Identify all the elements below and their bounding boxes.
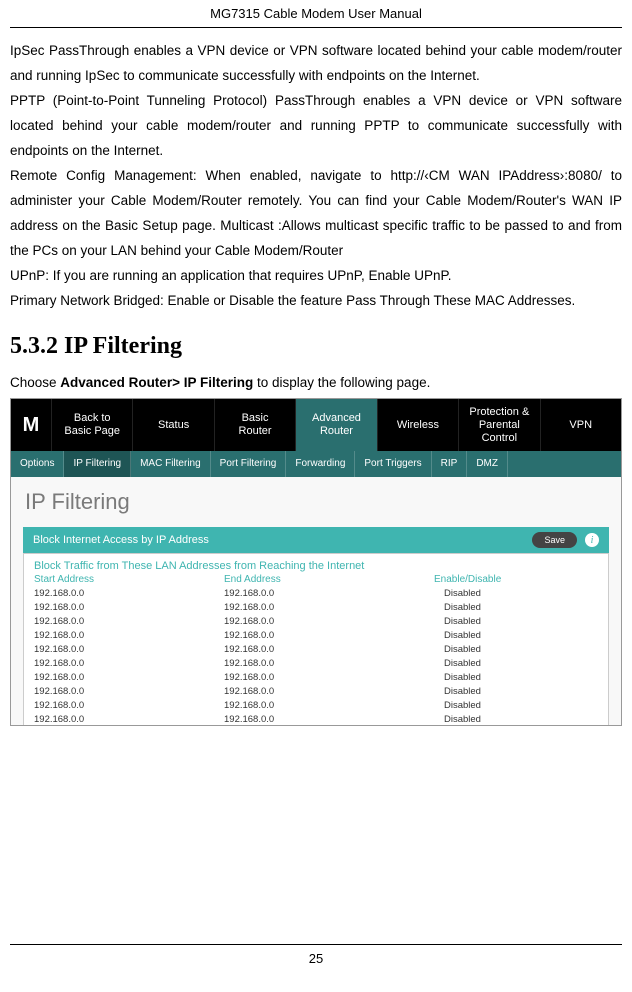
info-icon[interactable]: i bbox=[585, 533, 599, 547]
paragraph-pptp: PPTP (Point-to-Point Tunneling Protocol)… bbox=[10, 88, 622, 163]
paragraph-upnp: UPnP: If you are running an application … bbox=[10, 263, 622, 288]
cell-end: 192.168.0.0 bbox=[224, 713, 434, 726]
col-header-start: Start Address bbox=[34, 574, 224, 585]
top-nav: M Back to Basic Page Status Basic Router… bbox=[11, 399, 621, 451]
nav-label: Basic bbox=[217, 412, 293, 425]
nav-label: Basic Page bbox=[54, 425, 130, 438]
cell-end: 192.168.0.0 bbox=[224, 587, 434, 601]
table-row: 192.168.0.0192.168.0.0Disabled bbox=[34, 629, 598, 643]
subnav-rip[interactable]: RIP bbox=[432, 451, 468, 477]
nav-basic-router[interactable]: Basic Router bbox=[214, 399, 295, 451]
cell-end: 192.168.0.0 bbox=[224, 685, 434, 699]
table-body: 192.168.0.0192.168.0.0Disabled192.168.0.… bbox=[34, 587, 598, 726]
paragraph-bridged: Primary Network Bridged: Enable or Disab… bbox=[10, 288, 622, 313]
table-row: 192.168.0.0192.168.0.0Disabled bbox=[34, 657, 598, 671]
nav-label: Router bbox=[217, 425, 293, 438]
page-footer: 25 bbox=[10, 944, 622, 972]
panel-title: IP Filtering bbox=[11, 477, 621, 527]
nav-back-basic[interactable]: Back to Basic Page bbox=[51, 399, 132, 451]
nav-label: Back to bbox=[54, 412, 130, 425]
cell-end: 192.168.0.0 bbox=[224, 629, 434, 643]
cell-enable: Disabled bbox=[434, 685, 598, 699]
logo-icon: M bbox=[11, 399, 51, 451]
table-row: 192.168.0.0192.168.0.0Disabled bbox=[34, 713, 598, 726]
cell-end: 192.168.0.0 bbox=[224, 671, 434, 685]
nav-protection[interactable]: Protection & Parental Control bbox=[458, 399, 539, 451]
nav-label: Parental Control bbox=[461, 419, 537, 445]
block-subtitle: Block Traffic from These LAN Addresses f… bbox=[34, 560, 598, 572]
cell-enable: Disabled bbox=[434, 671, 598, 685]
cell-start: 192.168.0.0 bbox=[34, 685, 224, 699]
subnav-port-triggers[interactable]: Port Triggers bbox=[355, 451, 431, 477]
cell-end: 192.168.0.0 bbox=[224, 643, 434, 657]
nav-label: Protection & bbox=[461, 406, 537, 419]
table-row: 192.168.0.0192.168.0.0Disabled bbox=[34, 587, 598, 601]
nav-wireless[interactable]: Wireless bbox=[377, 399, 458, 451]
column-headers: Start Address End Address Enable/Disable bbox=[34, 574, 598, 585]
cell-enable: Disabled bbox=[434, 699, 598, 713]
block-header-text: Block Internet Access by IP Address bbox=[33, 534, 209, 546]
nav-status[interactable]: Status bbox=[132, 399, 213, 451]
nav-label: Status bbox=[135, 419, 211, 432]
body-content: IpSec PassThrough enables a VPN device o… bbox=[0, 38, 632, 726]
intro-line: Choose Advanced Router> IP Filtering to … bbox=[10, 375, 622, 390]
cell-enable: Disabled bbox=[434, 587, 598, 601]
nav-advanced-router[interactable]: Advanced Router bbox=[295, 399, 376, 451]
col-header-enable: Enable/Disable bbox=[434, 574, 598, 585]
intro-bold: Advanced Router> IP Filtering bbox=[60, 375, 253, 390]
sub-nav: Options IP Filtering MAC Filtering Port … bbox=[11, 451, 621, 477]
subnav-dmz[interactable]: DMZ bbox=[467, 451, 508, 477]
cell-start: 192.168.0.0 bbox=[34, 587, 224, 601]
router-screenshot: M Back to Basic Page Status Basic Router… bbox=[10, 398, 622, 726]
paragraph-remote: Remote Config Management: When enabled, … bbox=[10, 163, 622, 263]
cell-end: 192.168.0.0 bbox=[224, 615, 434, 629]
cell-end: 192.168.0.0 bbox=[224, 699, 434, 713]
cell-start: 192.168.0.0 bbox=[34, 629, 224, 643]
cell-start: 192.168.0.0 bbox=[34, 657, 224, 671]
cell-enable: Disabled bbox=[434, 713, 598, 726]
cell-enable: Disabled bbox=[434, 643, 598, 657]
cell-enable: Disabled bbox=[434, 615, 598, 629]
table-row: 192.168.0.0192.168.0.0Disabled bbox=[34, 601, 598, 615]
nav-label: Advanced bbox=[298, 412, 374, 425]
cell-end: 192.168.0.0 bbox=[224, 601, 434, 615]
cell-start: 192.168.0.0 bbox=[34, 671, 224, 685]
subnav-ip-filtering[interactable]: IP Filtering bbox=[64, 451, 131, 477]
save-button[interactable]: Save bbox=[532, 532, 577, 548]
cell-enable: Disabled bbox=[434, 601, 598, 615]
subnav-port-filtering[interactable]: Port Filtering bbox=[211, 451, 287, 477]
table-row: 192.168.0.0192.168.0.0Disabled bbox=[34, 699, 598, 713]
subnav-options[interactable]: Options bbox=[11, 451, 64, 477]
intro-suffix: to display the following page. bbox=[253, 375, 430, 390]
subnav-forwarding[interactable]: Forwarding bbox=[286, 451, 355, 477]
block-body: Block Traffic from These LAN Addresses f… bbox=[23, 553, 609, 726]
nav-label: Router bbox=[298, 425, 374, 438]
nav-label: Wireless bbox=[380, 419, 456, 432]
table-row: 192.168.0.0192.168.0.0Disabled bbox=[34, 615, 598, 629]
cell-start: 192.168.0.0 bbox=[34, 713, 224, 726]
intro-prefix: Choose bbox=[10, 375, 60, 390]
cell-enable: Disabled bbox=[434, 657, 598, 671]
cell-enable: Disabled bbox=[434, 629, 598, 643]
table-row: 192.168.0.0192.168.0.0Disabled bbox=[34, 671, 598, 685]
nav-vpn[interactable]: VPN bbox=[540, 399, 621, 451]
table-row: 192.168.0.0192.168.0.0Disabled bbox=[34, 643, 598, 657]
save-wrap: Save i bbox=[532, 532, 599, 548]
col-header-end: End Address bbox=[224, 574, 434, 585]
table-row: 192.168.0.0192.168.0.0Disabled bbox=[34, 685, 598, 699]
page-header: MG7315 Cable Modem User Manual bbox=[10, 0, 622, 28]
paragraph-ipsec: IpSec PassThrough enables a VPN device o… bbox=[10, 38, 622, 88]
cell-start: 192.168.0.0 bbox=[34, 615, 224, 629]
subnav-mac-filtering[interactable]: MAC Filtering bbox=[131, 451, 211, 477]
section-heading: 5.3.2 IP Filtering bbox=[10, 333, 622, 360]
cell-start: 192.168.0.0 bbox=[34, 643, 224, 657]
cell-end: 192.168.0.0 bbox=[224, 657, 434, 671]
block-header: Block Internet Access by IP Address Save… bbox=[23, 527, 609, 553]
cell-start: 192.168.0.0 bbox=[34, 601, 224, 615]
nav-label: VPN bbox=[543, 419, 619, 432]
cell-start: 192.168.0.0 bbox=[34, 699, 224, 713]
